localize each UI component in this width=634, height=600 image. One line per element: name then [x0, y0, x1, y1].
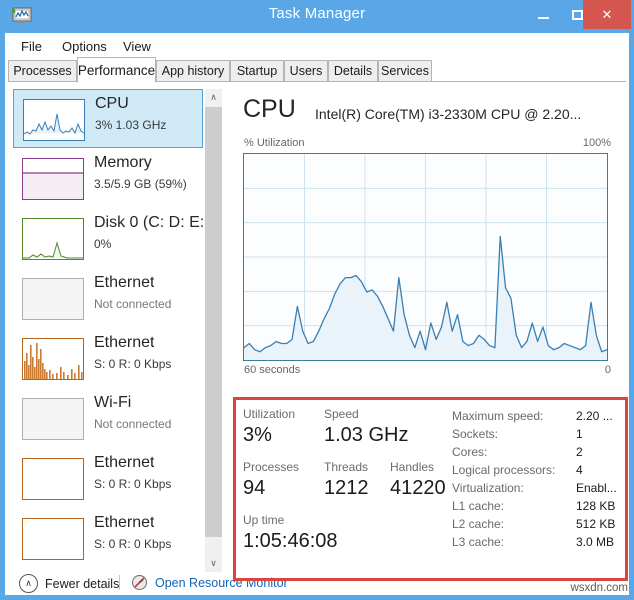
scroll-up-icon[interactable]: ∧ — [205, 89, 222, 106]
sidebar-item-memory[interactable]: Memory 3.5/5.9 GB (59%) — [13, 149, 203, 208]
chart-time-right: 0 — [604, 364, 611, 376]
scrollbar-thumb[interactable] — [205, 107, 222, 537]
minimize-button[interactable] — [528, 0, 558, 29]
spec-label-l3-cache: L3 cache: — [452, 535, 505, 549]
utilization-axis-label: % Utilization — [244, 137, 305, 149]
client-area: File Options View Processes Performance … — [5, 33, 629, 595]
spec-value-l3-cache: 3.0 MB — [576, 535, 615, 549]
spec-value-logical-processors: 4 — [576, 463, 583, 477]
cpu-stats-panel: Utilization 3% Speed 1.03 GHz Processes … — [243, 407, 625, 575]
chevron-up-icon: ∧ — [19, 574, 38, 593]
ethernet-thumbnail-blank — [22, 518, 84, 560]
sidebar-item-sub: Not connected — [94, 417, 172, 431]
spec-value-l2-cache: 512 KB — [576, 517, 616, 531]
close-button[interactable]: ✕ — [583, 0, 631, 29]
ethernet-thumbnail-blank — [22, 458, 84, 500]
spec-value-sockets: 1 — [576, 427, 583, 441]
utilization-label: Utilization — [243, 407, 296, 421]
menu-file[interactable]: File — [16, 37, 47, 56]
spec-value-cores: 2 — [576, 445, 583, 459]
memory-thumbnail-graph — [22, 158, 84, 200]
sidebar-item-disk[interactable]: Disk 0 (C: D: E: F 0% — [13, 209, 203, 268]
spec-value-virtualization: Enabl... — [576, 481, 617, 495]
menu-view[interactable]: View — [118, 37, 156, 56]
fewer-details-button[interactable]: ∧ Fewer details — [19, 574, 119, 593]
sidebar-item-title: Ethernet — [94, 274, 155, 291]
tab-processes[interactable]: Processes — [8, 60, 77, 82]
tab-performance[interactable]: Performance — [77, 57, 156, 83]
title-bar: Task Manager ✕ — [0, 0, 634, 33]
speed-value: 1.03 GHz — [324, 424, 409, 446]
watermark: wsxdn.com — [570, 582, 628, 594]
footer-divider — [119, 575, 120, 590]
wifi-thumbnail-empty — [22, 398, 84, 440]
processes-value: 94 — [243, 477, 266, 499]
sidebar-item-title: Memory — [94, 154, 152, 171]
sidebar-item-ethernet-3[interactable]: Ethernet S: 0 R: 0 Kbps — [13, 449, 203, 508]
handles-value: 41220 — [390, 477, 446, 499]
spec-value-max-speed: 2.20 ... — [576, 409, 613, 423]
sidebar-item-title: Ethernet — [94, 514, 155, 531]
resource-monitor-icon — [132, 575, 147, 590]
cpu-utilization-chart — [243, 153, 608, 361]
spec-value-l1-cache: 128 KB — [576, 499, 616, 513]
sidebar-item-title: Ethernet — [94, 454, 155, 471]
page-title: CPU — [243, 95, 296, 123]
utilization-axis-max: 100% — [582, 137, 611, 149]
ethernet-thumbnail-graph — [22, 338, 84, 380]
uptime-value: 1:05:46:08 — [243, 530, 338, 552]
spec-label-sockets: Sockets: — [452, 427, 499, 441]
spec-label-max-speed: Maximum speed: — [452, 409, 544, 423]
resource-sidebar[interactable]: CPU 3% 1.03 GHz Memory 3.5/5.9 GB (59%) — [13, 89, 203, 572]
processes-label: Processes — [243, 460, 300, 474]
spec-label-cores: Cores: — [452, 445, 488, 459]
chart-time-left: 60 seconds — [244, 364, 301, 376]
close-icon: ✕ — [601, 6, 613, 22]
threads-value: 1212 — [324, 477, 369, 499]
sidebar-item-cpu[interactable]: CPU 3% 1.03 GHz — [13, 89, 203, 148]
uptime-label: Up time — [243, 513, 285, 527]
sidebar-item-title: CPU — [95, 95, 129, 112]
menu-bar: File Options View — [5, 33, 629, 58]
spec-label-l2-cache: L2 cache: — [452, 517, 505, 531]
sidebar-scrollbar[interactable]: ∧ ∨ — [205, 89, 222, 572]
spec-label-virtualization: Virtualization: — [452, 481, 524, 495]
sidebar-item-title: Ethernet — [94, 334, 155, 351]
task-manager-window: Task Manager ✕ File Options View Process… — [0, 0, 634, 600]
fewer-details-label: Fewer details — [45, 576, 120, 591]
cpu-thumbnail-graph — [23, 99, 85, 141]
handles-label: Handles — [390, 460, 435, 474]
sidebar-item-ethernet-1[interactable]: Ethernet Not connected — [13, 269, 203, 328]
sidebar-item-sub: 0% — [94, 237, 112, 251]
tab-users[interactable]: Users — [284, 60, 328, 82]
tab-details[interactable]: Details — [328, 60, 378, 82]
tab-strip: Processes Performance App history Startu… — [5, 57, 629, 83]
sidebar-item-sub: 3.5/5.9 GB (59%) — [94, 177, 187, 191]
sidebar-item-wifi[interactable]: Wi-Fi Not connected — [13, 389, 203, 448]
sidebar-item-ethernet-4[interactable]: Ethernet S: 0 R: 0 Kbps — [13, 509, 203, 568]
sidebar-item-title: Disk 0 (C: D: E: F — [94, 214, 203, 231]
sidebar-item-title: Wi-Fi — [94, 394, 132, 411]
sidebar-item-sub: 3% 1.03 GHz — [95, 118, 167, 132]
sidebar-item-sub: S: 0 R: 0 Kbps — [94, 357, 172, 371]
disk-thumbnail-graph — [22, 218, 84, 260]
tab-app-history[interactable]: App history — [156, 60, 230, 82]
cpu-model-label: Intel(R) Core(TM) i3-2330M CPU @ 2.20... — [315, 106, 582, 122]
sidebar-item-ethernet-2[interactable]: Ethernet S: 0 R: 0 Kbps — [13, 329, 203, 388]
sidebar-item-sub: S: 0 R: 0 Kbps — [94, 477, 172, 491]
tab-startup[interactable]: Startup — [230, 60, 284, 82]
threads-label: Threads — [324, 460, 369, 474]
spec-label-l1-cache: L1 cache: — [452, 499, 505, 513]
sidebar-item-sub: S: 0 R: 0 Kbps — [94, 537, 172, 551]
utilization-value: 3% — [243, 424, 272, 446]
menu-options[interactable]: Options — [57, 37, 112, 56]
tab-services[interactable]: Services — [378, 60, 432, 82]
scroll-down-icon[interactable]: ∨ — [205, 555, 222, 572]
spec-label-logical-processors: Logical processors: — [452, 463, 556, 477]
sidebar-item-sub: Not connected — [94, 297, 172, 311]
ethernet-thumbnail-empty — [22, 278, 84, 320]
speed-label: Speed — [324, 407, 359, 421]
